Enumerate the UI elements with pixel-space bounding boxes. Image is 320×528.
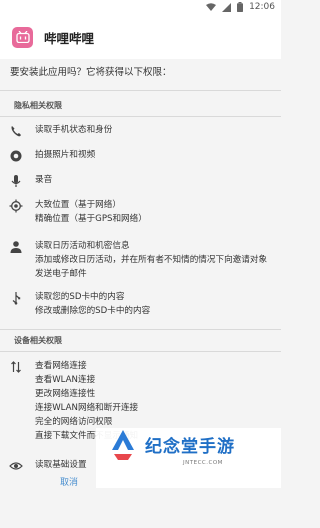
- permission-text: 大致位置（基于网络） 精确位置（基于GPS和网络）: [35, 200, 147, 224]
- app-name: 哔哩哔哩: [44, 30, 95, 46]
- wifi-icon: [206, 2, 217, 12]
- signal-icon: [222, 2, 232, 12]
- divider: [0, 351, 281, 352]
- watermark-subtitle: JNTECC.COM: [183, 460, 223, 466]
- install-intro: 要安装此应用吗？它将获得以下权限：: [10, 67, 172, 78]
- permission-text: 读取您的SD卡中的内容 修改或删除您的SD卡中的内容: [35, 292, 151, 316]
- cancel-button[interactable]: 取消: [60, 475, 78, 488]
- status-time: 12:06: [249, 2, 275, 12]
- divider: [0, 90, 281, 91]
- device-section-title: 设备相关权限: [14, 336, 62, 345]
- permission-text: 读取日历活动和机密信息 添加或修改日历活动，并在所有者不知情的情况下向邀请对象发…: [35, 241, 268, 279]
- watermark-title: 纪念堂手游: [145, 437, 235, 457]
- permission-text: 读取手机状态和身份: [35, 125, 113, 135]
- app-header: 哔哩哔哩: [0, 15, 281, 59]
- permission-text: 拍摄照片和视频: [35, 150, 96, 160]
- battery-icon: [237, 2, 244, 12]
- network-arrows-icon: [9, 359, 23, 373]
- usb-icon: [9, 290, 23, 305]
- status-bar: 12:06: [0, 0, 281, 16]
- microphone-icon: [9, 173, 23, 187]
- divider: [0, 329, 281, 330]
- divider: [0, 116, 281, 117]
- location-icon: [9, 198, 23, 213]
- camera-icon: [9, 148, 23, 162]
- privacy-section-title: 隐私相关权限: [14, 101, 62, 110]
- watermark-logo-icon: [108, 428, 138, 462]
- app-icon: [12, 26, 33, 48]
- phone-icon: [9, 123, 23, 137]
- person-icon: [9, 239, 23, 253]
- permission-text: 录音: [35, 175, 53, 185]
